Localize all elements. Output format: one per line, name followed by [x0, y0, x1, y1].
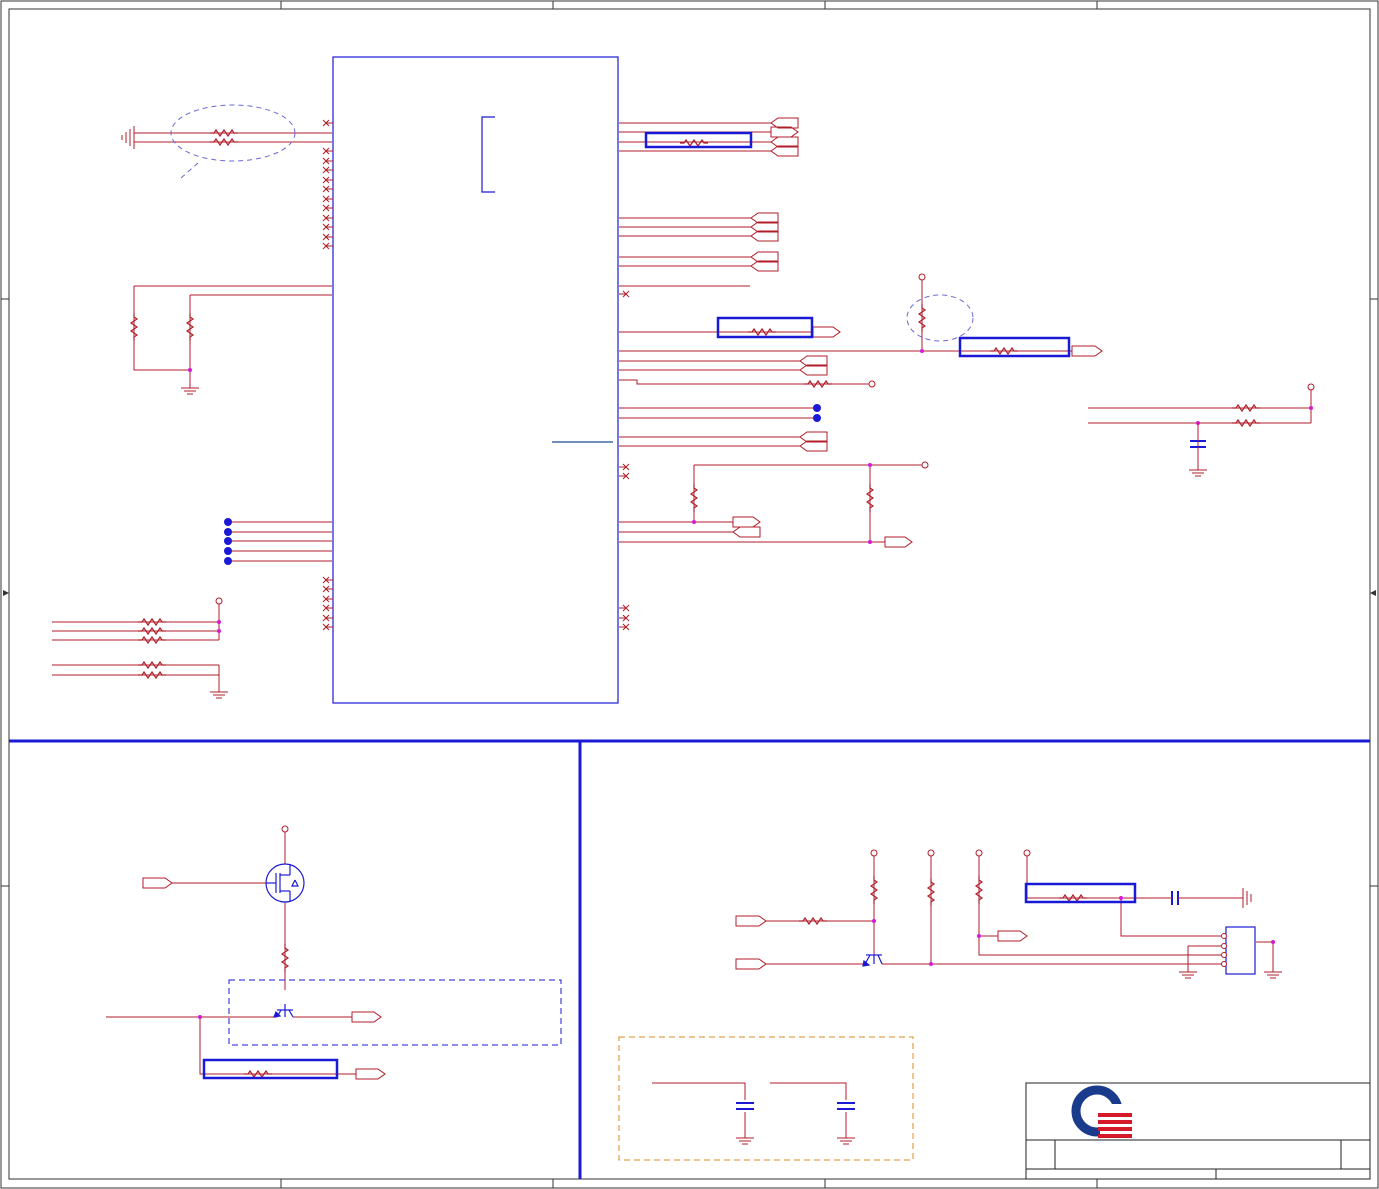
npn-transistor-icon [273, 1004, 294, 1018]
off-page-connector-icon [884, 536, 913, 548]
dashed-annotations [170, 104, 974, 342]
off-page-connector-icon [1071, 345, 1103, 357]
ground-icon [1189, 469, 1207, 477]
no-connect-icon [322, 166, 333, 174]
ground-icon [1264, 971, 1282, 979]
no-connect-icon [619, 623, 630, 631]
off-page-connector-icon [351, 1011, 382, 1023]
off-page-connector-icon [732, 526, 761, 538]
no-connect-icon [322, 185, 333, 193]
section-dividers [9, 739, 1370, 1179]
ground-icon [210, 691, 228, 699]
resistor-icon [680, 138, 708, 148]
small-ic-body [1225, 926, 1256, 975]
ground-icon [181, 387, 199, 395]
chassis-ground-icon [121, 126, 135, 149]
ground-icon [1179, 971, 1197, 979]
no-connect-icon [322, 233, 333, 241]
npn-transistor-icon [862, 954, 883, 967]
wires [52, 122, 1312, 1138]
resistors [129, 128, 1260, 1079]
off-page-connector-icon [142, 877, 173, 889]
ground-icon [837, 1137, 855, 1145]
no-connect-icon [619, 614, 630, 622]
mosfet-icon [265, 863, 305, 903]
no-connect-icon [322, 223, 333, 231]
no-connect-icon [322, 614, 333, 622]
off-page-connector-icon [735, 958, 767, 970]
off-page-connector-icon [355, 1068, 386, 1080]
off-page-connectors [142, 117, 1103, 1080]
capacitor-leads [1165, 423, 1199, 899]
no-connect-icon [322, 195, 333, 203]
ground-symbols [181, 387, 1282, 1145]
capacitors [736, 440, 1206, 1110]
no-connect-icon [322, 176, 333, 184]
driver-dashed-box [228, 979, 562, 1046]
sheet-frame [0, 0, 1379, 1189]
chassis-ground-icon [1242, 888, 1252, 908]
no-connect-icon [322, 214, 333, 222]
no-connect-icon [322, 623, 333, 631]
no-connect-marks [322, 119, 630, 631]
schematic-sheet [0, 0, 1379, 1189]
no-connect-icon [322, 576, 333, 584]
frame-arrow-markers [3, 590, 1376, 596]
company-logo-icon [1071, 1085, 1140, 1138]
no-connect-icon [322, 585, 333, 593]
off-page-connector-icon [997, 930, 1028, 942]
ground-icon [736, 1137, 754, 1145]
no-connect-icon [322, 242, 333, 250]
no-connect-icon [619, 290, 630, 298]
no-connect-icon [619, 604, 630, 612]
no-connect-icon [322, 604, 333, 612]
no-connect-icon [322, 204, 333, 212]
no-connect-icon [619, 463, 630, 471]
no-connect-icon [322, 147, 333, 155]
no-connect-icon [322, 157, 333, 165]
no-connect-icon [322, 119, 333, 127]
no-connect-icon [322, 595, 333, 603]
off-page-connector-icon [735, 915, 767, 927]
off-page-connector-icon [812, 326, 841, 338]
decoupling-dashed-box [618, 1036, 914, 1161]
no-connect-icon [619, 472, 630, 480]
off-page-connector-icon [732, 516, 761, 528]
ic-internal-bracket [481, 116, 495, 193]
main-ic-body [332, 56, 619, 704]
junction-dots [188, 349, 1313, 1019]
